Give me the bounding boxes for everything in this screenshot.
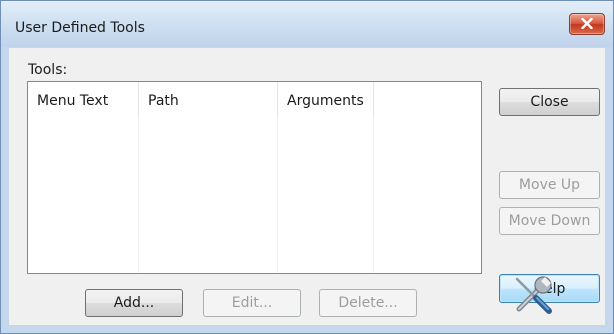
edit-button[interactable]: Edit... (203, 289, 301, 317)
close-button[interactable]: Close (499, 88, 600, 116)
column-gridline (138, 118, 139, 273)
tools-label: Tools: (28, 62, 68, 78)
column-gridline (277, 118, 278, 273)
delete-button[interactable]: Delete... (319, 289, 417, 317)
column-gridline (373, 118, 374, 273)
close-icon (581, 18, 593, 29)
column-header-path[interactable]: Path (139, 82, 277, 118)
move-up-button[interactable]: Move Up (499, 171, 600, 199)
dialog-title: User Defined Tools (15, 20, 145, 36)
move-down-button[interactable]: Move Down (499, 207, 600, 235)
tools-icon (515, 276, 552, 314)
tools-list-body[interactable] (28, 118, 481, 273)
user-defined-tools-dialog: User Defined Tools Tools: Menu Text Path… (0, 0, 614, 334)
tools-list[interactable]: Menu Text Path Arguments (27, 81, 482, 274)
title-bar[interactable]: User Defined Tools (1, 1, 613, 47)
column-header-empty[interactable] (374, 82, 481, 118)
column-header-menu-text[interactable]: Menu Text (28, 82, 138, 118)
add-button[interactable]: Add... (85, 289, 183, 317)
column-header-arguments[interactable]: Arguments (278, 82, 373, 118)
tools-list-header: Menu Text Path Arguments (28, 82, 481, 118)
title-close-button[interactable] (569, 13, 605, 35)
